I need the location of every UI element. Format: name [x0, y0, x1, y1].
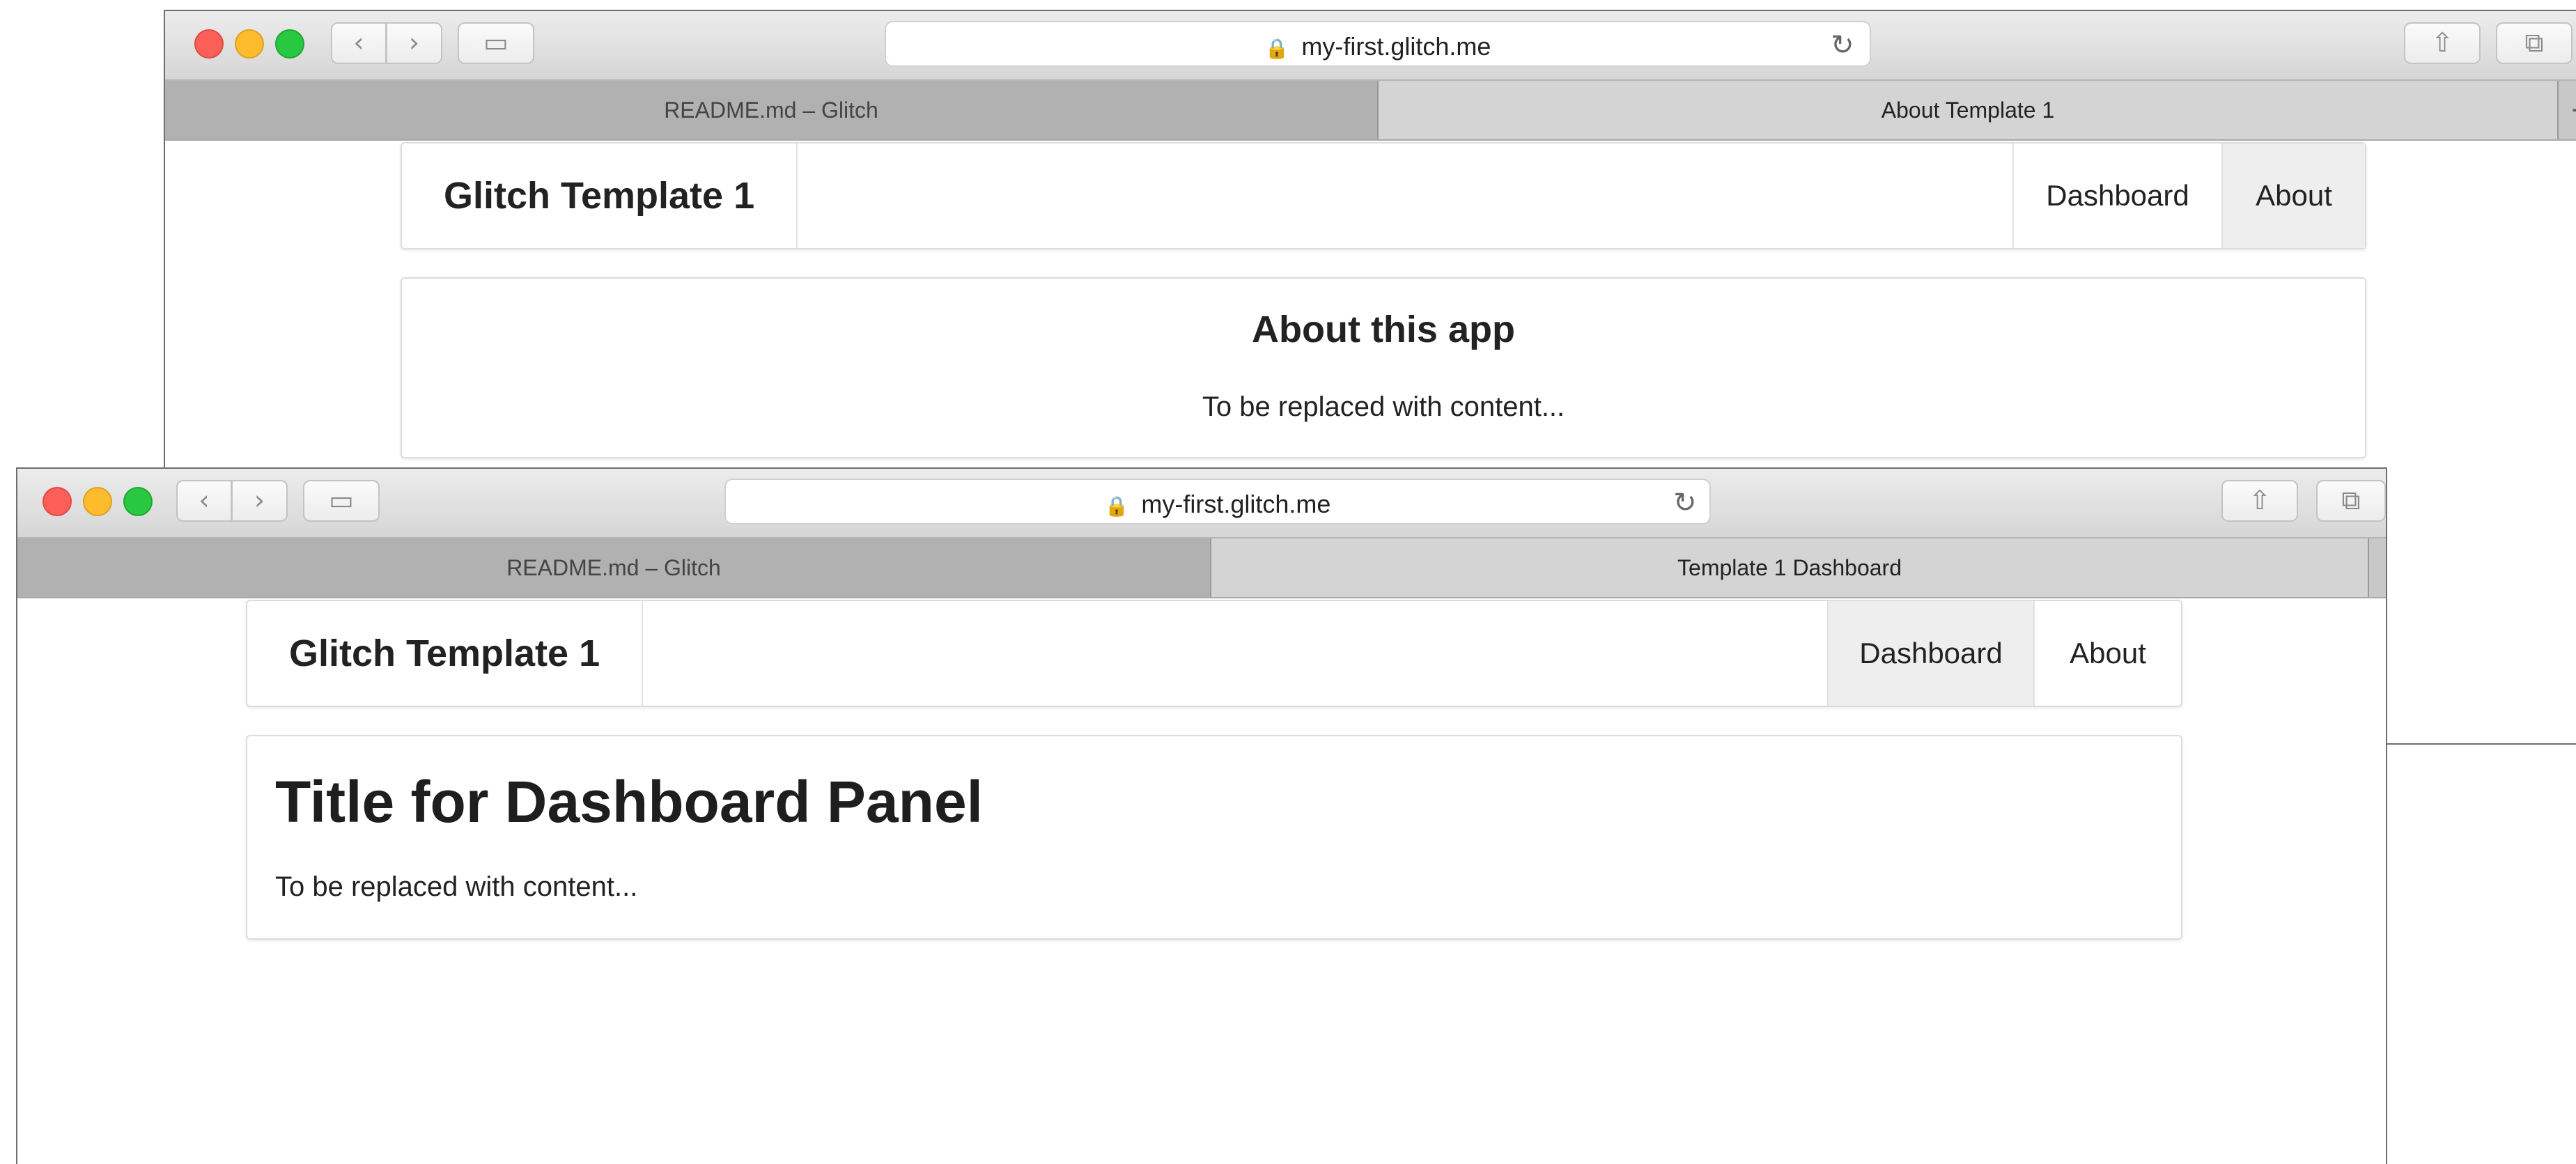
panel-body: To be replaced with content...	[1202, 391, 1565, 422]
panel-title: About this app	[1252, 309, 1515, 350]
site-navbar: Glitch Template 1 Dashboard About	[246, 600, 2182, 707]
panel-body: To be replaced with content...	[275, 871, 638, 902]
tab-label: README.md – Glitch	[664, 98, 878, 123]
share-button[interactable]: ⇧	[2221, 480, 2298, 522]
about-panel: About this app To be replaced with conte…	[401, 277, 2366, 458]
lock-icon: 🔒	[1104, 495, 1129, 518]
new-tab-button[interactable]	[2368, 538, 2386, 597]
forward-button[interactable]: ›	[387, 22, 442, 64]
nav-about[interactable]: About	[2221, 143, 2365, 248]
nav-dashboard[interactable]: Dashboard	[2012, 143, 2221, 248]
panel-title: Title for Dashboard Panel	[275, 769, 983, 835]
brand-link[interactable]: Glitch Template 1	[402, 143, 798, 248]
minimize-window-button[interactable]	[235, 29, 264, 59]
chevron-left-icon: ‹	[199, 485, 210, 515]
tab-label: About Template 1	[1881, 98, 2055, 123]
browser-window-dashboard: ‹ › ▭ 🔒 my-first.glitch.me ↻ ⇧ ⧉ README.…	[16, 467, 2387, 1164]
tab-bar: README.md – Glitch About Template 1 +	[165, 81, 2576, 141]
chevron-right-icon: ›	[254, 485, 265, 515]
site-navbar: Glitch Template 1 Dashboard About	[401, 142, 2366, 249]
address-bar[interactable]: 🔒 my-first.glitch.me ↻	[724, 479, 1711, 525]
page-content: Glitch Template 1 Dashboard About Title …	[17, 598, 2386, 1164]
tab-bar: README.md – Glitch Template 1 Dashboard	[17, 538, 2386, 598]
close-window-button[interactable]	[194, 29, 224, 59]
show-tabs-button[interactable]: ⧉	[2496, 22, 2573, 64]
close-window-button[interactable]	[42, 487, 72, 516]
dashboard-panel: Title for Dashboard Panel To be replaced…	[246, 735, 2182, 940]
plus-icon: +	[2570, 94, 2576, 126]
zoom-window-button[interactable]	[123, 487, 153, 516]
tab-label: README.md – Glitch	[506, 555, 721, 580]
chevron-left-icon: ‹	[353, 27, 364, 58]
tab-template-dashboard[interactable]: Template 1 Dashboard	[1211, 538, 2368, 597]
share-button[interactable]: ⇧	[2404, 22, 2481, 64]
url-text: my-first.glitch.me	[1141, 490, 1331, 518]
nav-dashboard[interactable]: Dashboard	[1827, 601, 2033, 706]
sidebar-toggle-button[interactable]: ▭	[303, 480, 380, 522]
share-icon: ⇧	[2249, 485, 2271, 515]
forward-button[interactable]: ›	[232, 480, 288, 522]
new-tab-button[interactable]: +	[2557, 81, 2576, 139]
reload-icon[interactable]: ↻	[1831, 29, 1854, 61]
share-icon: ⇧	[2431, 27, 2453, 58]
sidebar-icon: ▭	[329, 485, 354, 515]
tabs-icon: ⧉	[2341, 485, 2361, 515]
tab-readme[interactable]: README.md – Glitch	[17, 538, 1211, 597]
tabs-icon: ⧉	[2524, 27, 2544, 58]
toolbar: ‹ › ▭ 🔒 my-first.glitch.me ↻ ⇧ ⧉	[17, 469, 2386, 538]
url-text: my-first.glitch.me	[1301, 32, 1491, 61]
reload-icon[interactable]: ↻	[1673, 487, 1697, 519]
back-button[interactable]: ‹	[331, 22, 387, 64]
tab-about-template[interactable]: About Template 1	[1379, 81, 2557, 139]
show-tabs-button[interactable]: ⧉	[2316, 480, 2386, 522]
address-bar[interactable]: 🔒 my-first.glitch.me ↻	[885, 21, 1871, 67]
brand-link[interactable]: Glitch Template 1	[247, 601, 644, 706]
back-button[interactable]: ‹	[176, 480, 232, 522]
tab-label: Template 1 Dashboard	[1677, 555, 1902, 580]
toolbar: ‹ › ▭ 🔒 my-first.glitch.me ↻ ⇧ ⧉	[165, 11, 2576, 81]
sidebar-toggle-button[interactable]: ▭	[458, 22, 534, 64]
nav-about[interactable]: About	[2033, 601, 2181, 706]
minimize-window-button[interactable]	[83, 487, 112, 516]
chevron-right-icon: ›	[408, 27, 420, 58]
sidebar-icon: ▭	[483, 27, 509, 58]
zoom-window-button[interactable]	[275, 29, 304, 59]
tab-readme[interactable]: README.md – Glitch	[165, 81, 1379, 139]
lock-icon: 🔒	[1264, 37, 1289, 60]
